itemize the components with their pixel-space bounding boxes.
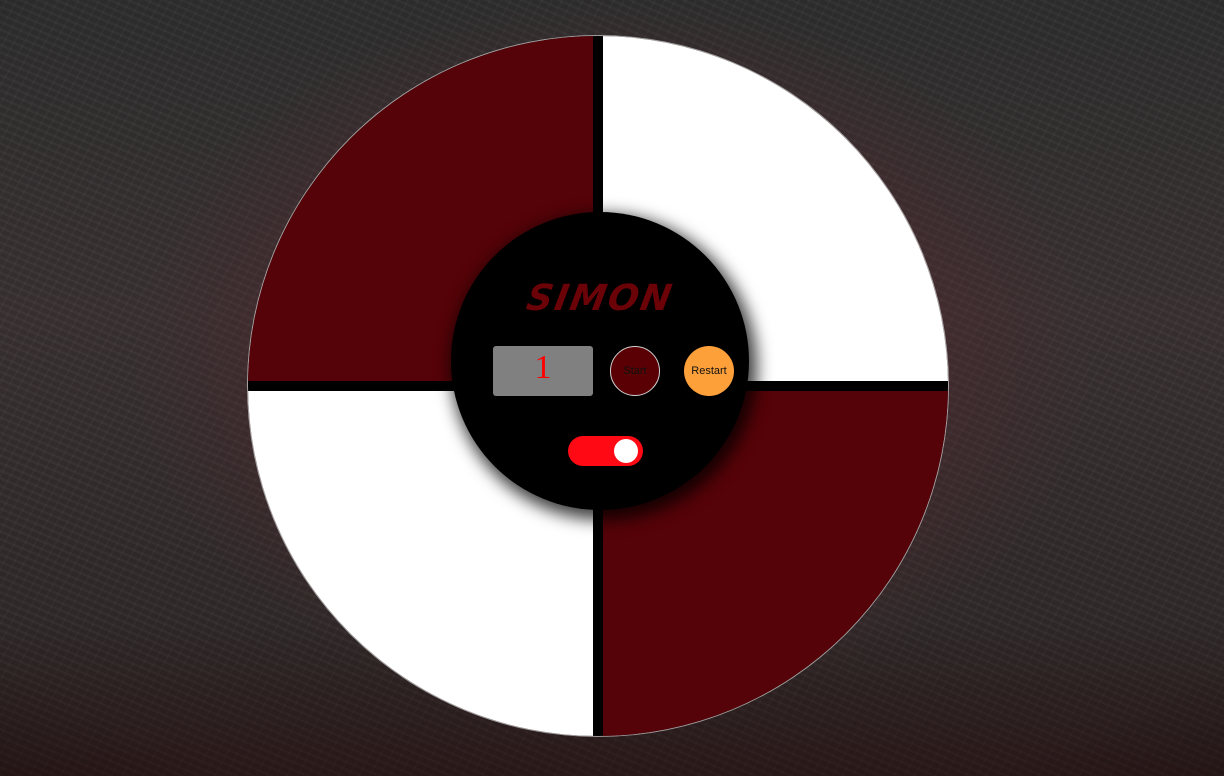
control-hub: SIMON 1 Start Restart [451,212,749,510]
toggle-knob [614,439,638,463]
restart-button[interactable]: Restart [684,346,734,396]
start-button[interactable]: Start [610,346,660,396]
count-display: 1 [493,346,593,396]
game-title: SIMON [523,278,677,319]
strict-mode-toggle[interactable] [568,436,643,466]
